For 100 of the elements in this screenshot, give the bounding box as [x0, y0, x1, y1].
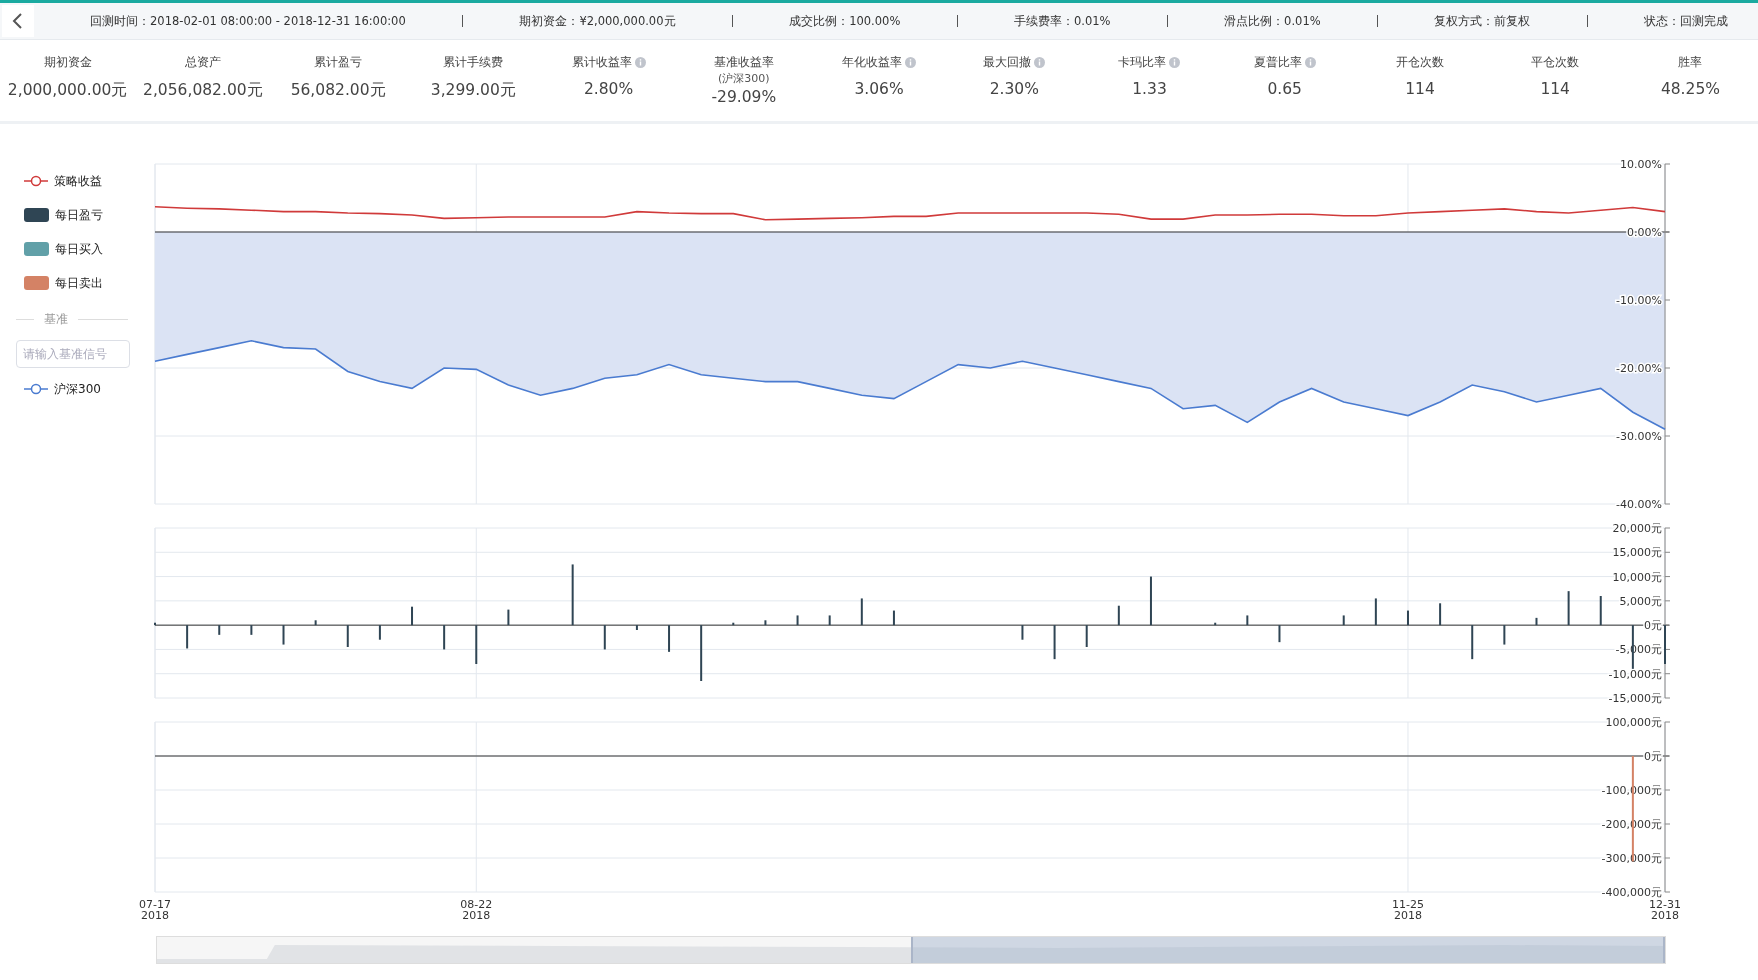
bar — [700, 625, 703, 681]
info-icon[interactable] — [1034, 56, 1046, 68]
axis-year-label: 2018 — [141, 909, 169, 922]
axis-label: 20,000元 — [1612, 522, 1662, 535]
stat-label: 夏普比率 — [1253, 53, 1302, 71]
bar — [346, 625, 349, 647]
stat-label: 年化收益率 — [842, 53, 902, 71]
backtest-info: 手续费率：0.01% — [1013, 13, 1111, 29]
benchmark-input[interactable]: 请输入基准信号 — [16, 340, 130, 368]
bar — [1021, 625, 1024, 640]
axis-year-label: 2018 — [1394, 909, 1422, 922]
stat-label: 累计盈亏 — [314, 53, 363, 71]
bar — [378, 625, 381, 640]
info-icon[interactable] — [1169, 56, 1181, 68]
legend-label[interactable]: 策略收益 — [54, 172, 102, 190]
backtest-info: 回测时间：2018-02-01 08:00:00 - 2018-12-31 16:00:00 — [90, 13, 406, 29]
legend-label[interactable]: 每日盈亏 — [55, 206, 103, 224]
bar — [603, 625, 606, 650]
bar — [314, 620, 317, 626]
backtest-info: 状态：回测完成 — [1643, 13, 1728, 29]
axis-label: -300,000元 — [1601, 852, 1662, 865]
axis-label: -10,000元 — [1608, 667, 1662, 681]
axis-year-label: 2018 — [1651, 909, 1679, 922]
axis-year-label: 2018 — [462, 909, 491, 922]
axis-label: 100,000元 — [1605, 716, 1662, 729]
info-icon[interactable] — [905, 56, 916, 68]
bar — [796, 615, 799, 626]
stat-value: 1.33 — [1132, 80, 1167, 98]
bar — [860, 598, 863, 626]
info-icon[interactable] — [634, 56, 646, 68]
stat-label: 开仓次数 — [1395, 53, 1444, 71]
bar — [1567, 591, 1570, 626]
legend-label[interactable]: 每日卖出 — [55, 274, 103, 292]
stat-value: 2.30% — [989, 80, 1039, 98]
bar — [282, 625, 285, 645]
stat-value: 3,299.00元 — [430, 80, 516, 101]
axis-label: 07-17 — [139, 898, 171, 911]
stat-label: 总资产 — [184, 53, 221, 71]
axis-label: -400,000元 — [1601, 886, 1662, 899]
info-icon[interactable] — [1304, 56, 1316, 68]
axis-label: 11-25 — [1392, 898, 1424, 911]
bar — [1471, 625, 1474, 660]
stat-value: 3.06% — [854, 80, 904, 98]
bar — [1374, 598, 1377, 626]
section-title: 基准 — [44, 310, 68, 328]
stat-label: 累计收益率 — [571, 53, 632, 71]
axis-label: 12-31 — [1649, 898, 1681, 911]
back-button[interactable] — [2, 5, 34, 37]
backtest-info: 滑点比例：0.01% — [1224, 13, 1321, 29]
stat-value: 2,056,082.00元 — [143, 80, 263, 101]
stat-value: 56,082.00元 — [290, 80, 386, 101]
bar — [1439, 603, 1442, 626]
axis-label: 10.00% — [1620, 158, 1662, 171]
slider-selection[interactable] — [911, 937, 1665, 963]
stat-label: 基准收益率 — [713, 53, 774, 71]
bar — [507, 609, 510, 626]
bar — [1214, 622, 1217, 626]
stat-label: 胜率 — [1678, 53, 1703, 71]
bar — [668, 625, 671, 652]
backtest-info: 复权方式：前复权 — [1434, 13, 1531, 29]
legend-label[interactable]: 每日买入 — [55, 240, 103, 258]
axis-label: 5,000元 — [1619, 594, 1662, 608]
axis-label: 10,000元 — [1612, 570, 1662, 584]
bar — [828, 615, 831, 626]
bar — [1117, 605, 1120, 626]
bar — [1278, 625, 1281, 643]
bar — [732, 622, 735, 626]
bar — [186, 625, 189, 649]
bar — [475, 625, 478, 664]
legend-label[interactable]: 沪深300 — [54, 380, 101, 398]
axis-label: 0.00% — [1627, 226, 1662, 239]
range-slider[interactable] — [156, 936, 1666, 964]
bar — [635, 625, 638, 630]
axis-label: -15,000元 — [1608, 692, 1662, 705]
bar — [1053, 625, 1056, 660]
bar — [1503, 625, 1506, 645]
chevron-left-icon — [12, 13, 24, 29]
stat-value: 0.65 — [1267, 80, 1302, 98]
stat-label: 期初资金 — [43, 53, 92, 71]
axis-label: 08-22 — [460, 898, 493, 911]
bar — [1342, 615, 1345, 626]
stat-label: 累计手续费 — [443, 53, 504, 71]
stat-value: 114 — [1540, 80, 1570, 98]
stat-value: -29.09% — [711, 88, 777, 106]
stat-value: 48.25% — [1660, 80, 1720, 98]
bar — [218, 625, 221, 635]
stat-sublabel: (沪深300) — [718, 71, 770, 86]
stat-label: 平仓次数 — [1531, 53, 1580, 71]
backtest-info: 期初资金：¥2,000,000.00元 — [519, 13, 676, 29]
stat-value: 2,000,000.00元 — [7, 80, 128, 101]
axis-label: 15,000元 — [1612, 546, 1662, 560]
bar — [1149, 576, 1152, 626]
axis-label: -40.00% — [1616, 498, 1662, 511]
stat-value: 2.80% — [583, 80, 634, 98]
bar — [1599, 596, 1602, 626]
backtest-info: 成交比例：100.00% — [789, 13, 901, 29]
bar — [443, 625, 446, 650]
stat-label: 卡玛比率 — [1118, 53, 1167, 71]
bar — [1246, 615, 1249, 626]
bar — [1085, 625, 1088, 647]
